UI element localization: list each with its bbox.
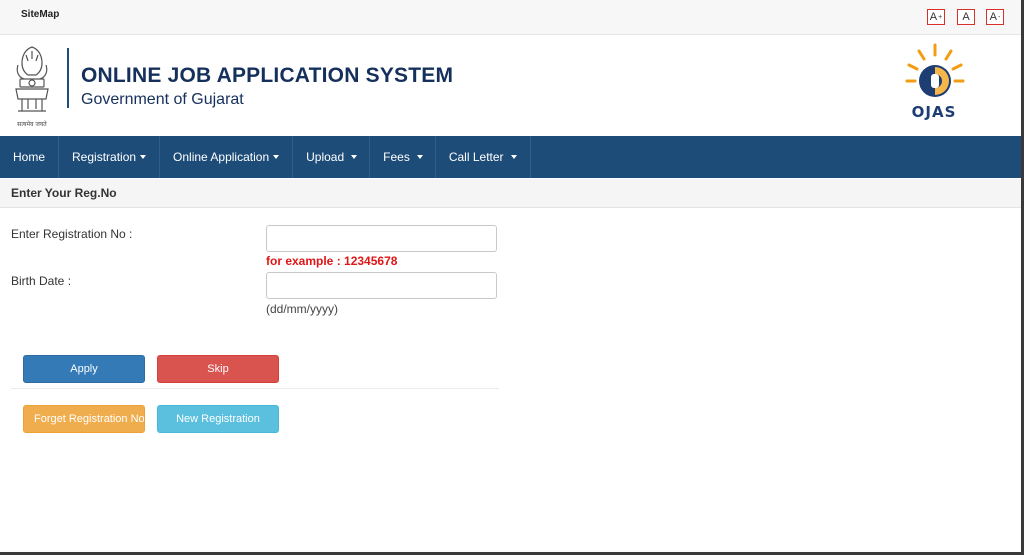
caret-down-icon — [140, 155, 147, 159]
font-reset-button[interactable]: A — [957, 9, 975, 25]
nav-online-application[interactable]: Online Application — [160, 136, 294, 178]
birth-date-input[interactable] — [266, 272, 497, 299]
page-subtitle: Government of Gujarat — [81, 91, 244, 108]
registration-no-input[interactable] — [266, 225, 497, 252]
birth-date-format-hint: (dd/mm/yyyy) — [266, 302, 338, 316]
nav-call-letter[interactable]: Call Letter — [436, 136, 531, 178]
font-decrease-button[interactable]: A- — [986, 9, 1004, 25]
nav-registration[interactable]: Registration — [59, 136, 161, 178]
button-divider — [11, 388, 499, 389]
nav-registration-label: Registration — [72, 150, 137, 164]
apply-button-label: Apply — [70, 363, 98, 375]
nav-upload[interactable]: Upload — [293, 136, 371, 178]
registration-no-label: Enter Registration No : — [11, 227, 133, 241]
nav-call-letter-label: Call Letter — [448, 150, 504, 164]
caret-down-icon — [510, 155, 517, 159]
main-navbar: Home Registration Online Application Upl… — [0, 136, 1021, 178]
new-registration-label: New Registration — [176, 413, 260, 425]
panel-heading: Enter Your Reg.No — [0, 179, 1021, 208]
national-emblem-icon: सत्यमेव जयते — [15, 46, 49, 128]
forget-registration-label: Forget Registration No — [34, 413, 145, 425]
ojas-logo-text: OJAS — [912, 103, 957, 121]
birth-date-label: Birth Date : — [11, 274, 72, 288]
font-decrease-label: A — [989, 11, 997, 23]
nav-fees[interactable]: Fees — [370, 136, 436, 178]
emblem-caption: सत्यमेव जयते — [17, 120, 47, 128]
font-increase-sign: + — [938, 13, 943, 21]
nav-fees-label: Fees — [383, 150, 410, 164]
panel-title: Enter Your Reg.No — [11, 186, 117, 200]
page-title: ONLINE JOB APPLICATION SYSTEM — [81, 64, 454, 87]
font-increase-label: A — [929, 11, 938, 23]
new-registration-button[interactable]: New Registration — [157, 405, 279, 433]
nav-upload-label: Upload — [306, 150, 345, 164]
nav-home[interactable]: Home — [0, 136, 60, 178]
header-divider — [67, 48, 69, 108]
sitemap-link[interactable]: SiteMap — [21, 9, 59, 20]
caret-down-icon — [416, 155, 423, 159]
caret-down-icon — [351, 155, 358, 159]
top-bar: SiteMap A + A A- — [0, 0, 1021, 35]
font-decrease-sign: - — [998, 13, 1001, 21]
skip-button[interactable]: Skip — [157, 355, 279, 383]
nav-online-application-label: Online Application — [173, 150, 270, 164]
forget-registration-button[interactable]: Forget Registration No — [23, 405, 145, 433]
font-increase-button[interactable]: A + — [927, 9, 945, 25]
apply-button[interactable]: Apply — [23, 355, 145, 383]
ojas-logo-icon: OJAS — [905, 43, 965, 121]
skip-button-label: Skip — [207, 363, 229, 375]
font-reset-label: A — [962, 11, 970, 23]
site-header: सत्यमेव जयते ONLINE JOB APPLICATION SYST… — [0, 35, 1021, 136]
registration-example-hint: for example : 12345678 — [266, 254, 398, 268]
nav-home-label: Home — [13, 150, 46, 164]
caret-down-icon — [273, 155, 280, 159]
